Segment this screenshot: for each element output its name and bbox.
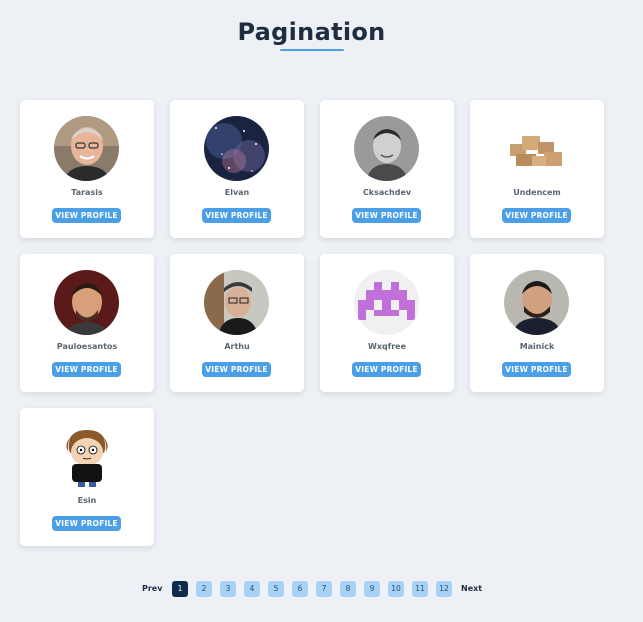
profile-card: Tarasis VIEW PROFILE bbox=[20, 100, 154, 238]
profile-name: Elvan bbox=[224, 188, 250, 197]
avatar bbox=[54, 270, 119, 335]
avatar bbox=[54, 116, 119, 181]
view-profile-button[interactable]: VIEW PROFILE bbox=[52, 208, 121, 223]
page-button-8[interactable]: 8 bbox=[340, 581, 356, 597]
profile-card: Arthu VIEW PROFILE bbox=[170, 254, 304, 392]
next-button[interactable]: Next bbox=[461, 581, 482, 597]
profile-card: Pauloesantos VIEW PROFILE bbox=[20, 254, 154, 392]
profile-card: Esin VIEW PROFILE bbox=[20, 408, 154, 546]
profile-name: Pauloesantos bbox=[56, 342, 118, 351]
page-button-9[interactable]: 9 bbox=[364, 581, 380, 597]
profile-name: Undencem bbox=[513, 188, 561, 197]
view-profile-button[interactable]: VIEW PROFILE bbox=[202, 362, 271, 377]
page-button-4[interactable]: 4 bbox=[244, 581, 260, 597]
profile-name: Arthu bbox=[224, 342, 250, 351]
profile-name: Mainick bbox=[519, 342, 555, 351]
page-button-1[interactable]: 1 bbox=[172, 581, 188, 597]
page-button-10[interactable]: 10 bbox=[388, 581, 404, 597]
profile-card: Mainick VIEW PROFILE bbox=[470, 254, 604, 392]
pagination: Prev 1 2 3 4 5 6 7 8 9 10 11 12 Next bbox=[0, 581, 643, 597]
page-button-11[interactable]: 11 bbox=[412, 581, 428, 597]
profile-card: Elvan VIEW PROFILE bbox=[170, 100, 304, 238]
page-button-6[interactable]: 6 bbox=[292, 581, 308, 597]
avatar bbox=[504, 116, 569, 181]
profile-card: Wxqfree VIEW PROFILE bbox=[320, 254, 454, 392]
avatar bbox=[354, 116, 419, 181]
view-profile-button[interactable]: VIEW PROFILE bbox=[52, 516, 121, 531]
profile-card: Cksachdev VIEW PROFILE bbox=[320, 100, 454, 238]
view-profile-button[interactable]: VIEW PROFILE bbox=[52, 362, 121, 377]
view-profile-button[interactable]: VIEW PROFILE bbox=[352, 208, 421, 223]
page-button-3[interactable]: 3 bbox=[220, 581, 236, 597]
profile-name: Esin bbox=[77, 496, 97, 505]
profile-name: Tarasis bbox=[71, 188, 103, 197]
page-title: Pagination bbox=[237, 18, 386, 46]
view-profile-button[interactable]: VIEW PROFILE bbox=[352, 362, 421, 377]
prev-button[interactable]: Prev bbox=[142, 581, 162, 597]
title-underline bbox=[280, 49, 344, 51]
page-button-5[interactable]: 5 bbox=[268, 581, 284, 597]
avatar bbox=[54, 424, 119, 489]
page-button-2[interactable]: 2 bbox=[196, 581, 212, 597]
profile-card: Undencem VIEW PROFILE bbox=[470, 100, 604, 238]
avatar bbox=[204, 116, 269, 181]
avatar bbox=[504, 270, 569, 335]
view-profile-button[interactable]: VIEW PROFILE bbox=[502, 208, 571, 223]
avatar bbox=[354, 270, 419, 335]
view-profile-button[interactable]: VIEW PROFILE bbox=[202, 208, 271, 223]
profile-name: Cksachdev bbox=[362, 188, 412, 197]
page-button-12[interactable]: 12 bbox=[436, 581, 452, 597]
avatar bbox=[204, 270, 269, 335]
page-button-7[interactable]: 7 bbox=[316, 581, 332, 597]
view-profile-button[interactable]: VIEW PROFILE bbox=[502, 362, 571, 377]
profile-name: Wxqfree bbox=[368, 342, 406, 351]
